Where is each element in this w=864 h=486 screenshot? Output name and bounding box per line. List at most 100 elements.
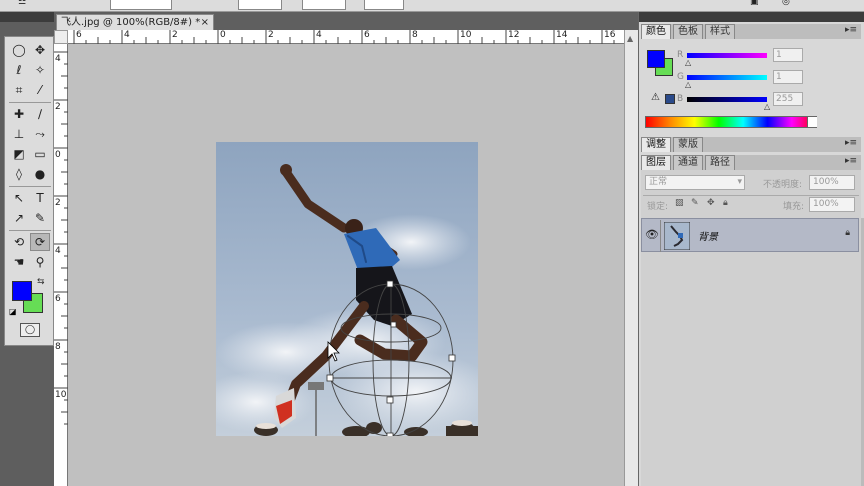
slider-blue-track[interactable] [687, 97, 767, 102]
document-tab[interactable]: 飞人.jpg @ 100%(RGB/8#) * × [56, 14, 214, 30]
options-field-1[interactable] [238, 0, 282, 10]
slider-blue-label: B [677, 94, 684, 104]
options-field-2[interactable] [302, 0, 346, 10]
stamp-icon[interactable]: ⊥ [9, 125, 29, 143]
opacity-field[interactable]: 100% [809, 175, 855, 190]
direct-select-icon[interactable]: ↗ [9, 209, 29, 227]
ruler-label: 8 [55, 342, 61, 352]
slider-red-thumb[interactable]: △ [685, 58, 691, 67]
eye-icon[interactable]: 👁︎ [645, 228, 659, 241]
tab-styles[interactable]: 样式 [705, 24, 735, 39]
ruler-label: 2 [55, 102, 61, 112]
history-brush-icon[interactable]: ⤳ [30, 125, 50, 143]
default-colors-icon[interactable]: ◪ [9, 307, 17, 316]
options-icon[interactable]: ⚍ [18, 0, 26, 7]
tool-separator [9, 102, 51, 103]
slider-blue-value[interactable]: 255 [773, 92, 803, 106]
slider-green-track[interactable] [687, 75, 767, 80]
rotate-3d-icon[interactable]: ⟲ [9, 233, 29, 251]
layer-name[interactable]: 背景 [698, 228, 718, 243]
options-field-3[interactable] [364, 0, 404, 10]
tab-masks[interactable]: 蒙版 [673, 137, 703, 152]
workspace-icon[interactable]: ▣ [750, 0, 759, 7]
web-safe-swatch[interactable] [665, 94, 675, 104]
lock-all-icon[interactable]: 🔒︎ [723, 198, 728, 208]
lock-transparent-icon[interactable]: ▨ [675, 198, 684, 208]
adjust-panel-tabs: 调整 蒙版 ▸≡ [641, 137, 861, 152]
slider-green-value[interactable]: 1 [773, 70, 803, 84]
layer-row-background[interactable]: 👁︎ 背景 🔒︎ [641, 218, 859, 252]
vertical-ruler[interactable]: 4 2 0 2 4 6 8 10 [54, 44, 68, 486]
zoom-icon[interactable]: ⚲ [30, 253, 50, 271]
healing-icon[interactable]: ✚ [9, 105, 29, 123]
ruler-label: 0 [220, 30, 226, 40]
horizontal-ruler[interactable]: 6 4 2 0 2 4 6 8 10 12 14 16 [68, 30, 624, 44]
document-tab-title: 飞人.jpg @ 100%(RGB/8#) * [61, 17, 201, 28]
tab-adjustments[interactable]: 调整 [641, 137, 671, 152]
close-icon[interactable]: × [201, 15, 209, 30]
slider-green-thumb[interactable]: △ [685, 80, 691, 89]
ruler-origin[interactable] [54, 30, 68, 44]
tab-layers[interactable]: 图层 [641, 155, 671, 170]
gradient-icon[interactable]: ▭ [30, 145, 50, 163]
scroll-up-icon[interactable]: ▲ [627, 34, 633, 43]
tab-channels[interactable]: 通道 [673, 155, 703, 170]
slider-green[interactable]: G △ 1 [677, 70, 857, 89]
slider-red-value[interactable]: 1 [773, 48, 803, 62]
gamut-warning-icon[interactable]: ⚠ [651, 92, 660, 103]
marquee-icon[interactable]: ◯ [9, 41, 29, 59]
lasso-icon[interactable]: ℓ [9, 61, 29, 79]
hand-icon[interactable]: ☚ [9, 253, 29, 271]
ruler-label: 6 [76, 30, 82, 40]
panel-menu-icon[interactable]: ▸≡ [845, 138, 857, 148]
type-icon[interactable]: T [30, 189, 50, 207]
path-select-icon[interactable]: ↖ [9, 189, 29, 207]
foreground-color-swatch[interactable] [12, 281, 32, 301]
slider-blue-thumb[interactable]: △ [764, 102, 770, 111]
status-icon[interactable]: ◎ [782, 0, 790, 7]
options-dropdown[interactable] [110, 0, 172, 10]
eraser-icon[interactable]: ◩ [9, 145, 29, 163]
photo-canvas[interactable] [216, 142, 478, 436]
blur-icon[interactable]: ◊ [9, 165, 29, 183]
orbit-3d-icon[interactable]: ⟳ [30, 233, 50, 251]
ruler-label: 6 [55, 294, 61, 304]
light-pole-head [308, 382, 324, 390]
lock-position-icon[interactable]: ✥ [707, 198, 715, 208]
panels-header[interactable] [639, 12, 864, 22]
dodge-icon[interactable]: ● [30, 165, 50, 183]
document-area: 飞人.jpg @ 100%(RGB/8#) * × 6 4 2 0 2 4 6 8 10 12 14… [54, 12, 638, 486]
slider-red[interactable]: R △ 1 [677, 48, 857, 67]
panel-menu-icon[interactable]: ▸≡ [845, 25, 857, 35]
ruler-label: 4 [316, 30, 322, 40]
opacity-label: 不透明度: [763, 180, 803, 190]
tools-panel-header[interactable] [0, 12, 54, 22]
quick-mask-icon[interactable]: ◯ [20, 323, 40, 337]
color-spectrum[interactable] [645, 116, 817, 128]
brush-icon[interactable]: ∕ [30, 105, 50, 123]
lock-pixels-icon[interactable]: ✎ [691, 198, 699, 208]
layer-thumbnail [664, 222, 690, 250]
crop-icon[interactable]: ⌗ [9, 81, 29, 99]
vertical-scrollbar[interactable]: ▲ [624, 30, 638, 486]
tab-paths[interactable]: 路径 [705, 155, 735, 170]
pen-icon[interactable]: ✎ [30, 209, 50, 227]
panel-menu-icon[interactable]: ▸≡ [845, 156, 857, 166]
tab-swatches[interactable]: 色板 [673, 24, 703, 39]
spectrum-white[interactable] [807, 117, 817, 127]
swap-colors-icon[interactable]: ⇆ [37, 277, 45, 287]
blend-mode-select[interactable]: 正常 ▾ [645, 175, 745, 190]
right-panels: 颜色 色板 样式 ▸≡ R △ 1 G △ 1 B △ 255 ⚠ 调整 蒙版 … [638, 12, 864, 486]
slider-blue[interactable]: B △ 255 [677, 92, 857, 111]
magic-wand-icon[interactable]: ✧ [30, 61, 50, 79]
ruler-label: 16 [604, 30, 616, 40]
slider-green-label: G [677, 72, 684, 82]
color-panel-foreground[interactable] [647, 50, 665, 68]
move-icon[interactable]: ✥ [30, 41, 50, 59]
eyedropper-icon[interactable]: ⁄ [30, 81, 50, 99]
canvas-area[interactable] [68, 44, 624, 486]
tool-separator [9, 230, 51, 231]
slider-red-track[interactable] [687, 53, 767, 58]
fill-field[interactable]: 100% [809, 197, 855, 212]
tab-color[interactable]: 颜色 [641, 24, 671, 39]
